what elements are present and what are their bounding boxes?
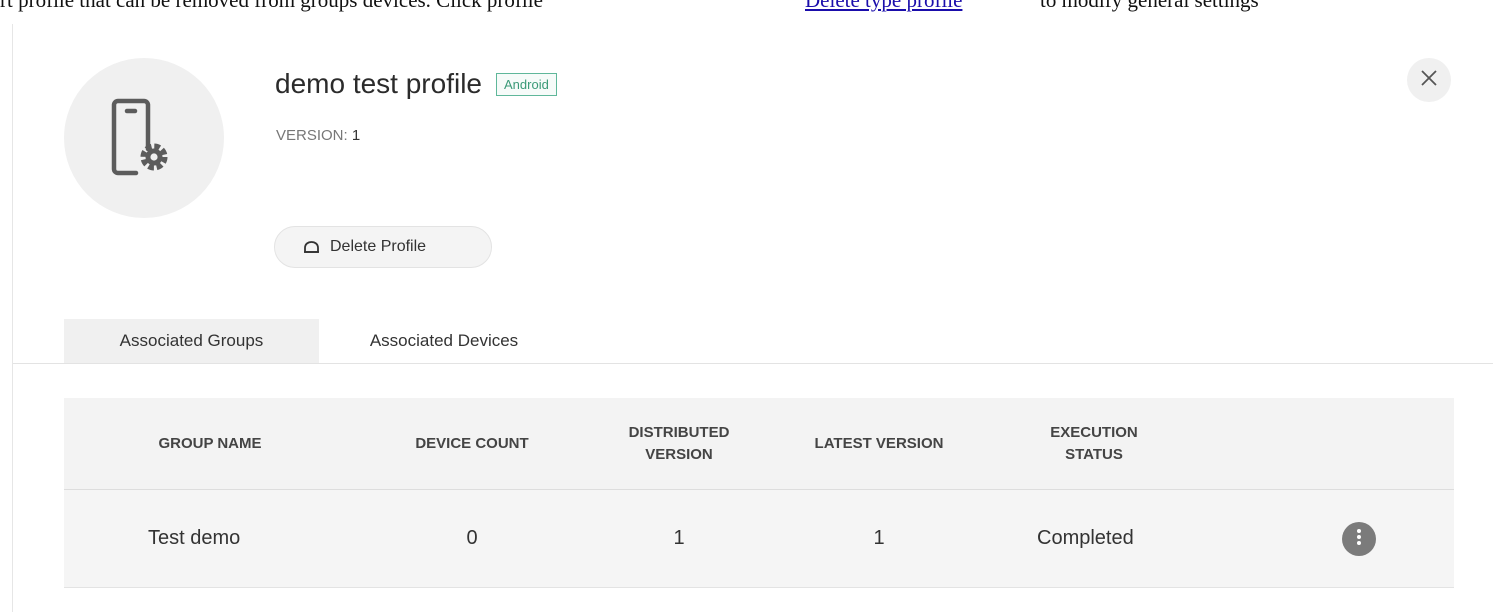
title-row: demo test profile Android [275, 66, 557, 102]
table-row[interactable]: Test demo 0 1 1 Completed [64, 490, 1454, 588]
profile-title: demo test profile [275, 68, 482, 99]
tab-associated-groups[interactable]: Associated Groups [64, 319, 319, 363]
tab-divider [13, 363, 1493, 364]
cell-latest-version: 1 [873, 527, 885, 549]
header-device-count[interactable]: DEVICE COUNT [379, 398, 565, 489]
close-button[interactable] [1407, 58, 1451, 102]
cut-off-help-text: rt profile that can be removed from grou… [0, 0, 1493, 12]
help-link[interactable]: Delete type profile [805, 0, 962, 12]
profile-details-page: rt profile that can be removed from grou… [0, 0, 1493, 612]
cell-device-count: 0 [466, 527, 478, 549]
cell-execution-status: Completed [1037, 527, 1134, 549]
table-header: GROUP NAME DEVICE COUNT DISTRIBUTED VERS… [64, 398, 1454, 490]
left-border [12, 24, 13, 612]
platform-badge: Android [496, 72, 557, 96]
row-actions-button[interactable] [1342, 522, 1376, 556]
help-text-prefix: rt profile that can be removed from grou… [0, 0, 543, 12]
version-value: 1 [351, 127, 361, 144]
delete-profile-button[interactable]: Delete Profile [274, 226, 492, 268]
profile-avatar [64, 58, 224, 218]
tab-associated-devices[interactable]: Associated Devices [319, 319, 569, 363]
version-label: VERSION: [276, 127, 348, 144]
header-latest-version[interactable]: LATEST VERSION [790, 398, 968, 489]
cell-distributed-version: 1 [673, 527, 685, 549]
header-execution-status[interactable]: EXECUTION STATUS [1024, 398, 1164, 489]
trash-icon [303, 240, 320, 254]
delete-profile-label: Delete Profile [330, 238, 427, 255]
cell-group-name: Test demo [148, 527, 241, 549]
more-vertical-icon [1356, 528, 1362, 551]
version-info: VERSION: 1 [276, 127, 360, 144]
close-icon [1419, 68, 1439, 93]
header-group-name[interactable]: GROUP NAME [120, 398, 300, 489]
tab-bar: Associated Groups Associated Devices [64, 319, 569, 363]
device-settings-icon [104, 93, 184, 183]
header-distributed-version[interactable]: DISTRIBUTED VERSION [594, 398, 764, 489]
groups-table: GROUP NAME DEVICE COUNT DISTRIBUTED VERS… [64, 398, 1454, 588]
help-text-suffix: to modify general settings [1040, 0, 1259, 12]
